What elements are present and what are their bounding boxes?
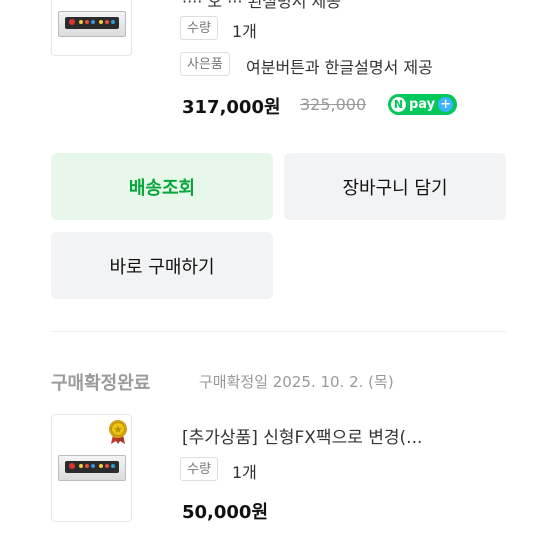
qty-value: 1개 [232, 463, 257, 482]
plus-icon: + [438, 97, 454, 112]
product-thumbnail[interactable] [51, 0, 132, 56]
npay-n-icon: N [391, 97, 406, 112]
npay-badge: N pay + [388, 94, 458, 115]
order-status: 구매확정완료 [51, 373, 151, 394]
npay-label: pay [409, 97, 436, 112]
gift-label: 사은품 [180, 52, 230, 76]
add-to-cart-label: 장바구니 담기 [342, 177, 448, 199]
track-delivery-button[interactable]: 배송조회 [51, 153, 273, 220]
product-thumbnail[interactable] [51, 414, 132, 522]
buy-now-label: 바로 구매하기 [109, 256, 215, 278]
price: 50,000원 [182, 502, 269, 523]
buy-now-button[interactable]: 바로 구매하기 [51, 232, 273, 299]
arcade-console-image [58, 11, 126, 37]
gift-value: 여분버튼과 한글설명서 제공 [246, 58, 433, 77]
award-badge-icon [108, 419, 128, 445]
qty-value: 1개 [232, 22, 257, 41]
track-delivery-label: 배송조회 [128, 177, 196, 199]
confirm-date: 구매확정일 2025. 10. 2. (목) [199, 373, 394, 391]
arcade-console-image [58, 455, 126, 481]
qty-label: 수량 [180, 16, 218, 40]
original-price: 325,000 [300, 95, 367, 114]
add-to-cart-button[interactable]: 장바구니 담기 [284, 153, 506, 220]
section-divider [51, 331, 506, 332]
price: 317,000원 [182, 97, 281, 118]
product-title[interactable]: [추가상품] 신형FX팩으로 변경(... [182, 423, 422, 448]
product-title-cropped[interactable]: ···· 오 ··· 된설명서 제공 [182, 0, 341, 12]
qty-label: 수량 [180, 457, 218, 481]
